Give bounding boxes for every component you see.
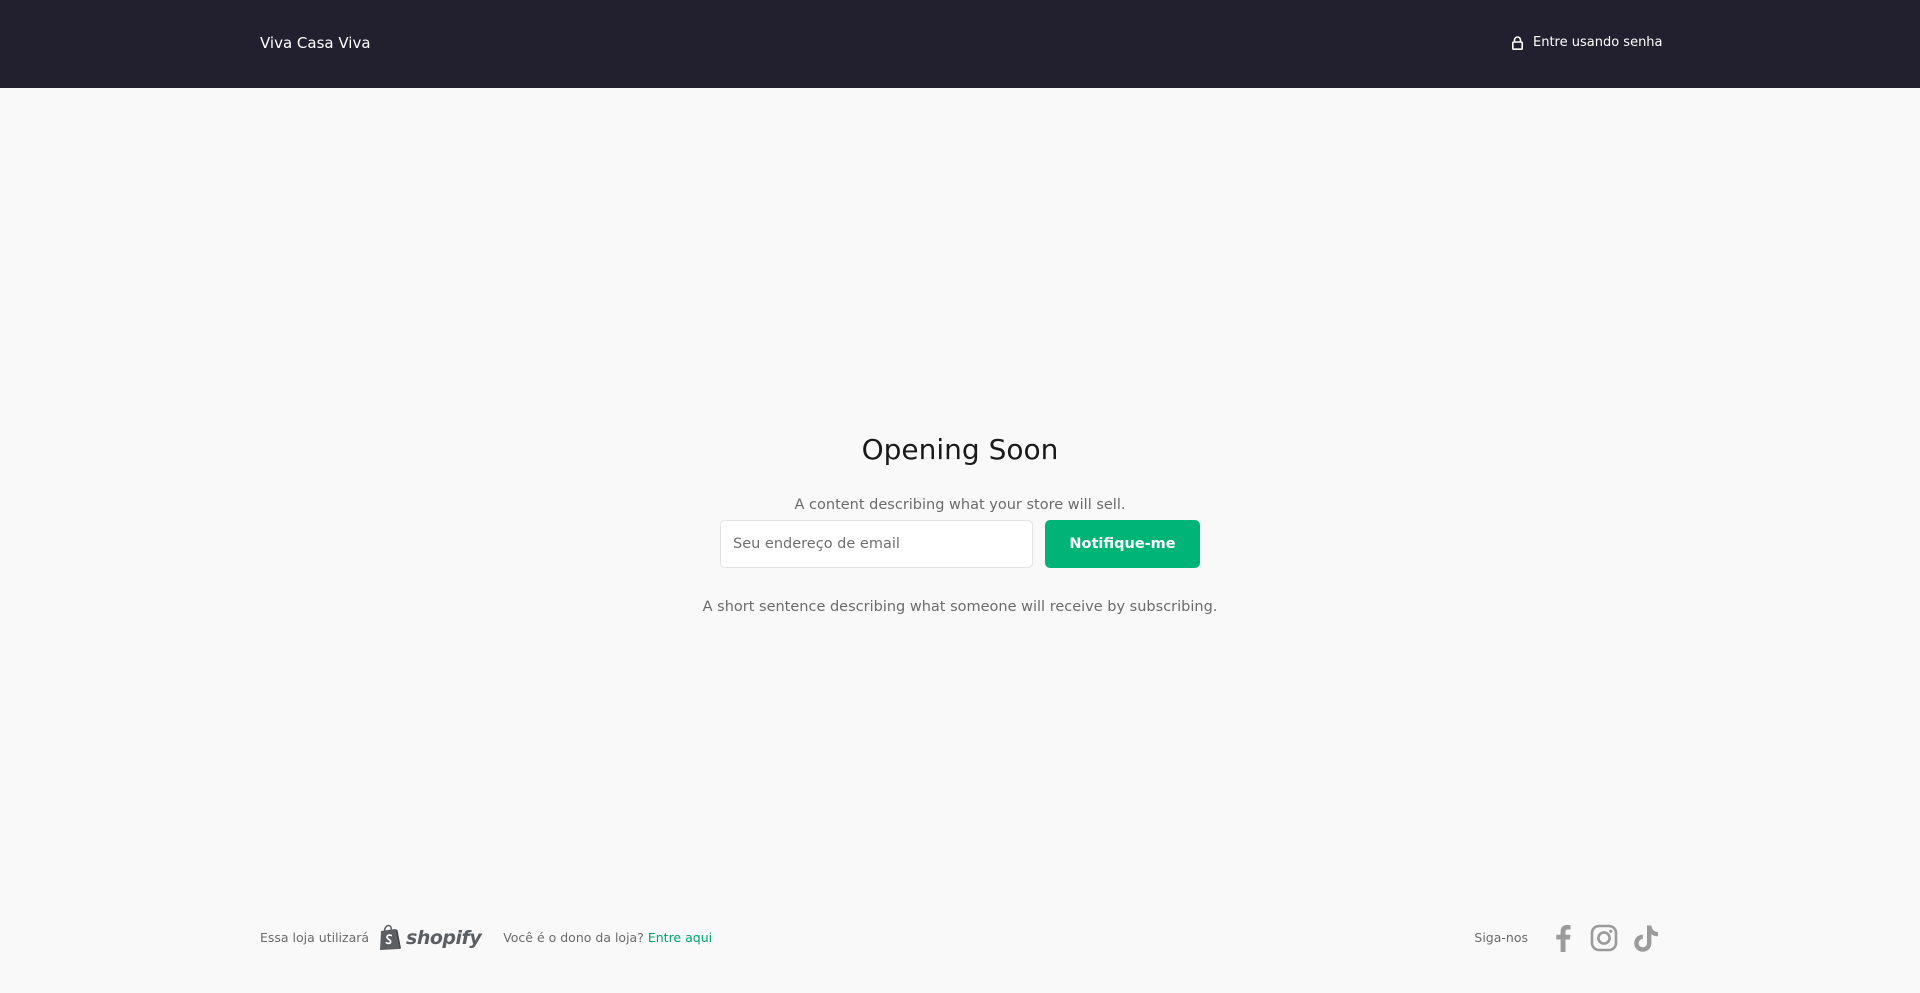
store-description: A content describing what your store wil…	[794, 497, 1126, 513]
instagram-icon[interactable]	[1590, 924, 1618, 956]
store-name: Viva Casa Viva	[260, 34, 371, 52]
tiktok-icon[interactable]	[1634, 924, 1660, 956]
email-input[interactable]	[720, 520, 1033, 568]
notify-me-button[interactable]: Notifique-me	[1045, 520, 1200, 568]
lock-icon	[1512, 36, 1523, 50]
shopify-wordmark: shopify	[406, 926, 482, 949]
subscribe-description: A short sentence describing what someone…	[702, 599, 1218, 615]
password-login-label: Entre usando senha	[1533, 35, 1663, 50]
shopify-logo[interactable]: shopify	[378, 924, 482, 951]
follow-us-label: Siga-nos	[1474, 929, 1528, 945]
page-title: Opening Soon	[861, 433, 1059, 466]
password-login-link[interactable]: Entre usando senha	[1512, 33, 1663, 53]
owner-question: Você é o dono da loja?	[503, 930, 644, 945]
shopify-bag-icon	[380, 924, 402, 950]
social-links: Siga-nos	[1474, 924, 1660, 956]
powered-by: Essa loja utilizará shopify Você é o don…	[260, 924, 712, 951]
powered-by-text: Essa loja utilizará	[260, 930, 370, 945]
facebook-icon[interactable]	[1552, 924, 1574, 956]
top-bar: Viva Casa Viva Entre usando senha	[0, 0, 1920, 88]
owner-login-link[interactable]: Entre aqui	[648, 930, 712, 945]
